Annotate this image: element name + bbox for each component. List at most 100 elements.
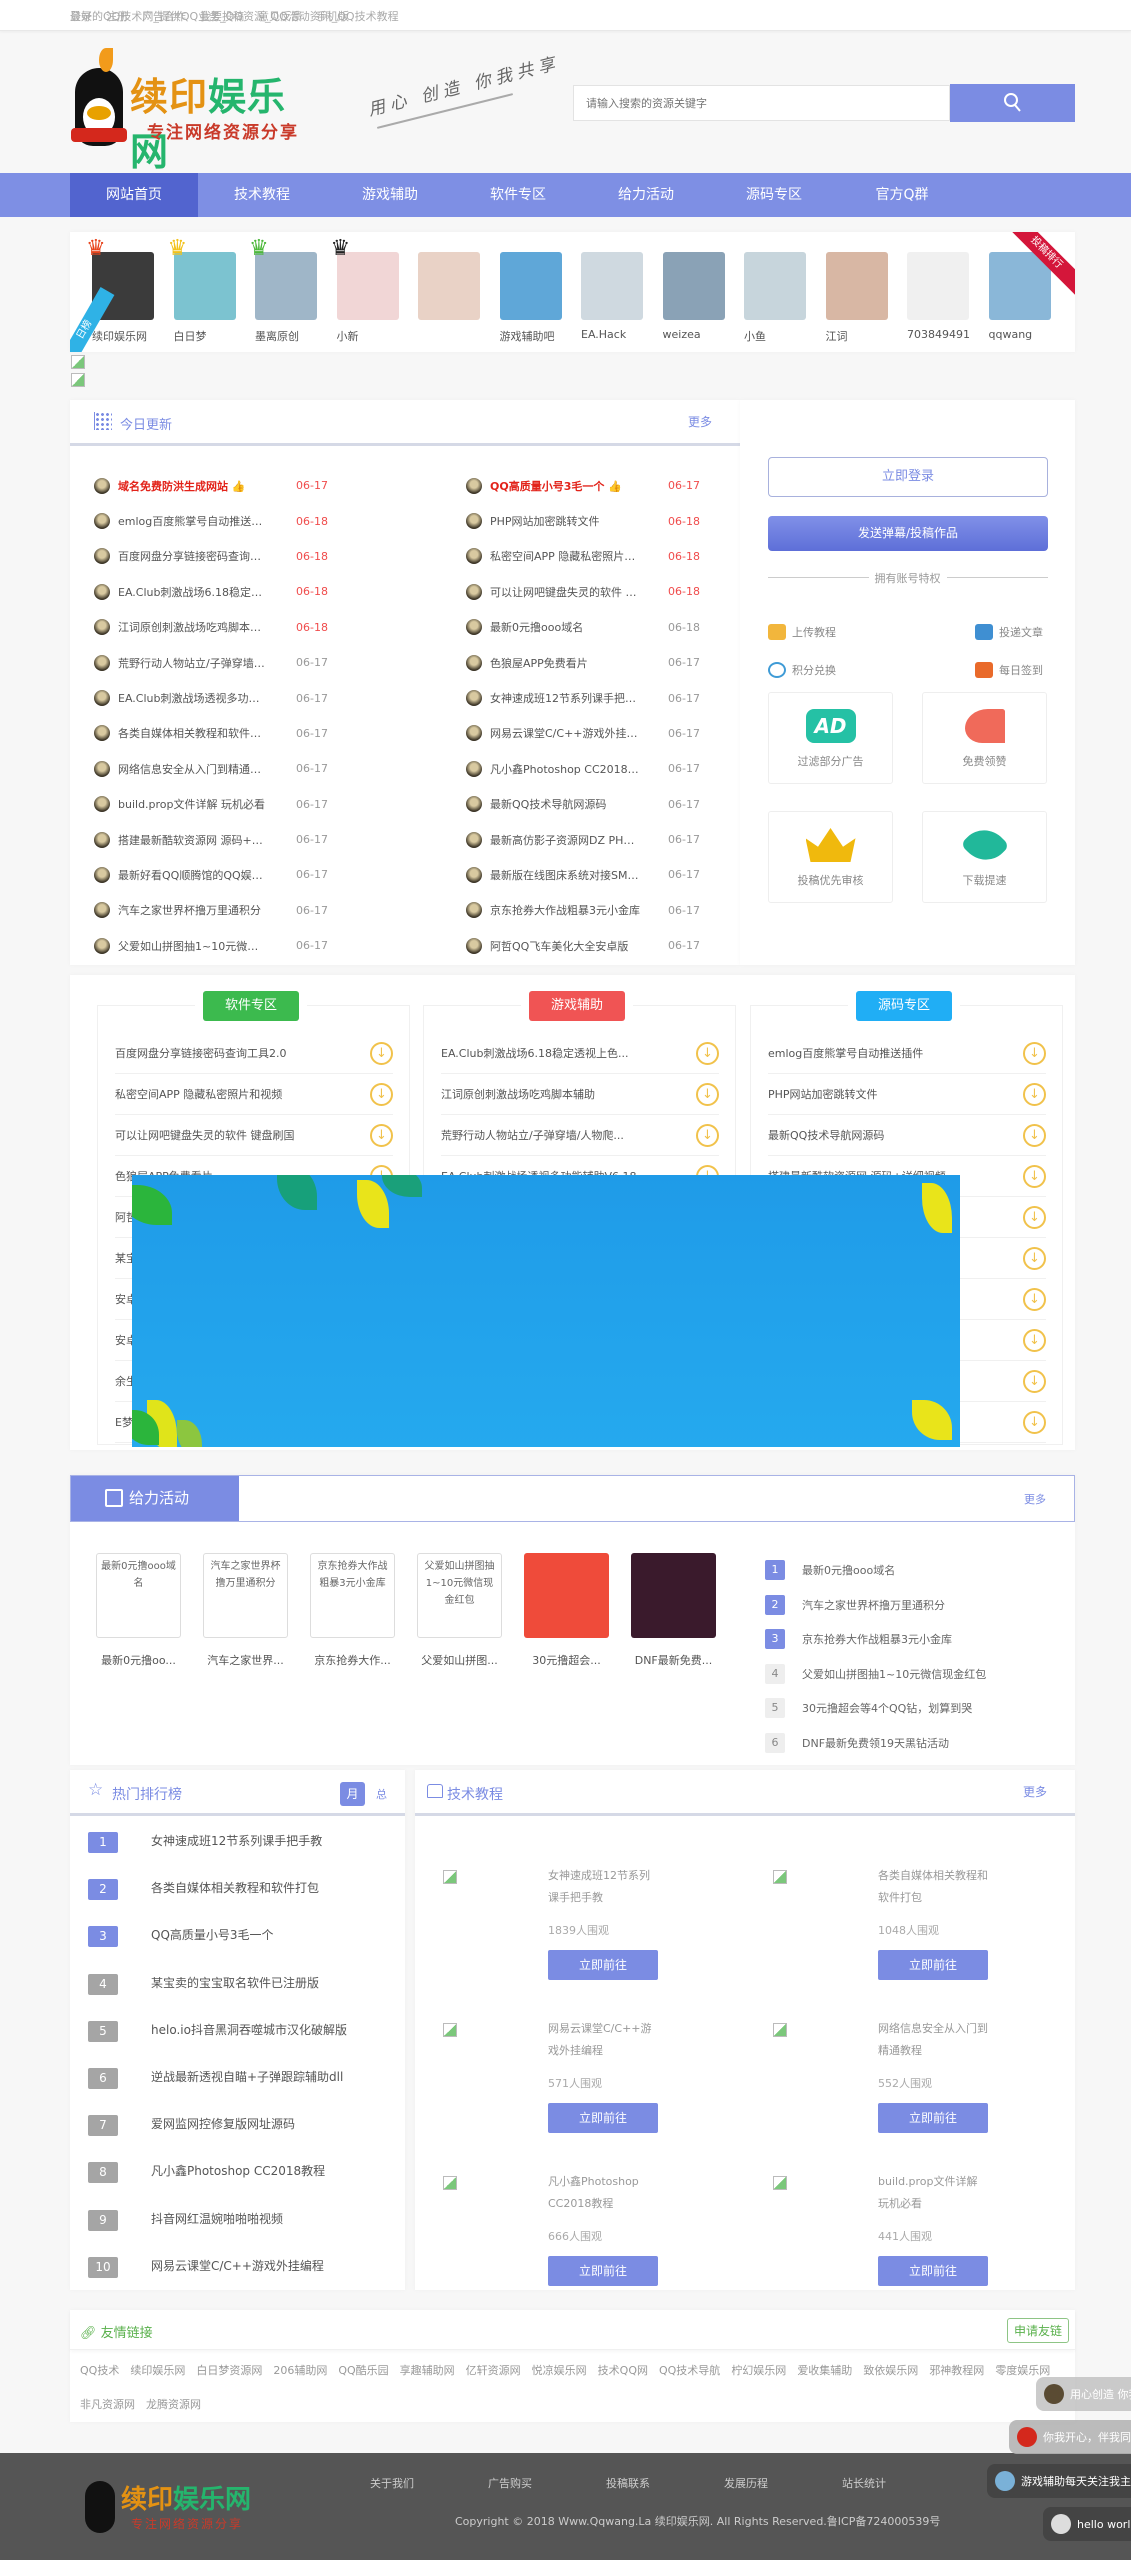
ranking-row[interactable]: 5 helo.io抖音黑洞吞噬城市汉化破解版 — [88, 2020, 347, 2068]
update-title[interactable]: 江词原创刺激战场吃鸡脚本辅助 — [118, 619, 268, 635]
update-title[interactable]: 阿哲QQ飞车美化大全安卓版 — [490, 938, 640, 954]
zone-item-title[interactable]: 江词原创刺激战场吃鸡脚本辅助 — [441, 1086, 671, 1102]
update-title[interactable]: emlog百度熊掌号自动推送插件 — [118, 513, 268, 529]
go-button[interactable]: 立即前往 — [878, 1950, 988, 1980]
friend-link[interactable]: 白日梦资源网 — [196, 2362, 262, 2378]
activity-caption[interactable]: 京东抢券大作... — [310, 1652, 395, 1668]
tutorial-title[interactable]: 凡小鑫Photoshop CC2018教程 — [548, 2171, 658, 2215]
download-icon[interactable]: ↓ — [1023, 1164, 1046, 1188]
contributor-name[interactable]: weizea — [663, 328, 725, 341]
download-icon[interactable]: ↓ — [1023, 1123, 1046, 1147]
footer-link[interactable]: 站长统计 — [842, 2475, 960, 2491]
contributor-name[interactable]: 白日梦 — [174, 328, 236, 344]
tutorial-title[interactable]: 网易云课堂C/C++游戏外挂编程 — [548, 2018, 658, 2062]
update-row[interactable]: 最新好看QQ顺腾馆的QQ娱乐... 06-17 — [94, 857, 328, 892]
ranking-title[interactable]: 各类自媒体相关教程和软件打包 — [151, 1879, 319, 1896]
contributor[interactable]: 游戏辅助吧 — [499, 252, 562, 344]
activity-title[interactable]: 30元撸超会等4个QQ钻，划算到哭 — [802, 1700, 972, 1716]
friend-link[interactable]: QQ技术 — [80, 2362, 119, 2378]
activity-row[interactable]: 3 京东抢券大作战粗暴3元小金库 — [765, 1622, 986, 1657]
activity-thumb[interactable]: 汽车之家世界杯撸万里通积分 汽车之家世界... — [203, 1553, 288, 1668]
activity-title[interactable]: 父爱如山拼图抽1~10元微信现金红包 — [802, 1666, 986, 1682]
ranking-row[interactable]: 2 各类自媒体相关教程和软件打包 — [88, 1879, 347, 1926]
download-icon[interactable]: ↓ — [696, 1082, 719, 1106]
update-row[interactable]: 域名免费防洪生成网站 👍 06-17 — [94, 468, 328, 503]
activity-image[interactable] — [524, 1553, 609, 1638]
go-button[interactable]: 立即前往 — [548, 1950, 658, 1980]
update-row[interactable]: 最新QQ技术导航网源码 06-17 — [466, 787, 700, 822]
download-icon[interactable]: ↓ — [370, 1082, 393, 1106]
ranking-row[interactable]: 7 爱网监网控修复版网址源码 — [88, 2115, 347, 2162]
update-title[interactable]: 最新0元撸ooo域名 — [490, 619, 640, 635]
activity-caption[interactable]: 最新0元撸oo... — [96, 1652, 181, 1668]
activity-thumb[interactable]: 京东抢券大作战粗暴3元小金库 京东抢券大作... — [310, 1553, 395, 1668]
nav-item[interactable]: 技术教程 — [198, 173, 326, 217]
update-title[interactable]: 色狼屋APP免费看片 — [490, 655, 640, 671]
friend-link[interactable]: 柠幻娱乐网 — [731, 2362, 786, 2378]
avatar[interactable] — [418, 252, 480, 320]
perk-card[interactable]: 投稿优先审核 — [768, 811, 893, 903]
contributor[interactable]: 小新 ♛ — [331, 238, 399, 344]
download-icon[interactable]: ↓ — [1023, 1205, 1046, 1229]
zone-label[interactable]: 源码专区 — [856, 991, 952, 1021]
contributor-name[interactable]: 续印娱乐网 — [92, 328, 154, 344]
update-row[interactable]: PHP网站加密跳转文件 06-18 — [466, 503, 700, 538]
friend-link[interactable]: 龙腾资源网 — [146, 2396, 201, 2412]
more-link[interactable]: 更多 — [688, 413, 712, 430]
friend-link[interactable]: 技术QQ网 — [598, 2362, 648, 2378]
update-title[interactable]: PHP网站加密跳转文件 — [490, 513, 640, 529]
update-row[interactable]: 最新0元撸ooo域名 06-18 — [466, 610, 700, 645]
zone-item-title[interactable]: 私密空间APP 隐藏私密照片和视频 — [115, 1086, 345, 1102]
contributor[interactable]: 703849491 — [907, 252, 969, 344]
zone-item[interactable]: 可以让网吧键盘失灵的软件 键盘刷国 ↓ — [115, 1115, 393, 1156]
zone-label[interactable]: 软件专区 — [203, 991, 299, 1021]
zone-item[interactable]: PHP网站加密跳转文件 ↓ — [768, 1074, 1046, 1115]
footer-link[interactable]: 投稿联系 — [606, 2475, 724, 2491]
contributor-name[interactable]: EA.Hack — [581, 328, 643, 341]
zone-item[interactable]: 私密空间APP 隐藏私密照片和视频 ↓ — [115, 1074, 393, 1115]
zone-item-title[interactable]: 可以让网吧键盘失灵的软件 键盘刷国 — [115, 1127, 345, 1143]
perk-upload[interactable]: 上传教程 — [768, 624, 836, 640]
danmaku-bubble[interactable]: 你我开心，伴我同行 — [1009, 2420, 1131, 2454]
update-row[interactable]: 搭建最新酷软资源网 源码+详细... 06-17 — [94, 822, 328, 857]
activity-thumb[interactable]: 30元撸超会... — [524, 1553, 609, 1668]
download-icon[interactable]: ↓ — [1023, 1041, 1046, 1065]
zone-item-title[interactable]: emlog百度熊掌号自动推送插件 — [768, 1045, 998, 1061]
ranking-title[interactable]: 某宝卖的宝宝取名软件已注册版 — [151, 1974, 319, 1991]
zone-item[interactable]: 荒野行动人物站立/子弹穿墙/人物爬... ↓ — [441, 1115, 719, 1156]
contributor[interactable]: 墨离原创 ♛ — [249, 238, 317, 344]
tutorial-title[interactable]: build.prop文件详解 玩机必看 — [878, 2171, 988, 2215]
perk-checkin[interactable]: 每日签到 — [975, 662, 1043, 678]
activity-image[interactable] — [631, 1553, 716, 1638]
friend-link[interactable]: 邪神教程网 — [929, 2362, 984, 2378]
update-row[interactable]: 百度网盘分享链接密码查询工具... 06-18 — [94, 539, 328, 574]
update-title[interactable]: EA.Club刺激战场6.18稳定透视... — [118, 584, 268, 600]
contributor-name[interactable]: 小鱼 — [744, 328, 806, 344]
contributor[interactable]: 江词 — [825, 252, 888, 344]
activity-caption[interactable]: 汽车之家世界... — [203, 1652, 288, 1668]
zone-item[interactable]: 最新QQ技术导航网源码 ↓ — [768, 1115, 1046, 1156]
update-title[interactable]: 可以让网吧键盘失灵的软件 键... — [490, 584, 640, 600]
activity-caption[interactable]: 30元撸超会... — [524, 1652, 609, 1668]
activity-thumb[interactable]: 父爱如山拼图抽1~10元微信现金红包 父爱如山拼图... — [417, 1553, 502, 1668]
contributor[interactable]: EA.Hack — [581, 252, 643, 344]
update-row[interactable]: EA.Club刺激战场6.18稳定透视... 06-18 — [94, 574, 328, 609]
activity-caption[interactable]: 父爱如山拼图... — [417, 1652, 502, 1668]
nav-item[interactable]: 网站首页 — [70, 173, 198, 217]
update-row[interactable]: 各类自媒体相关教程和软件打包 06-17 — [94, 716, 328, 751]
zone-item[interactable]: 江词原创刺激战场吃鸡脚本辅助 ↓ — [441, 1074, 719, 1115]
update-title[interactable]: 女神速成班12节系列课手把手教 — [490, 690, 640, 706]
zone-item[interactable]: EA.Club刺激战场6.18稳定透视上色... ↓ — [441, 1033, 719, 1074]
update-title[interactable]: 父爱如山拼图抽1~10元微信现... — [118, 938, 268, 954]
tutorial-title[interactable]: 网络信息安全从入门到精通教程 — [878, 2018, 988, 2062]
nav-item[interactable]: 官方Q群 — [838, 173, 966, 217]
update-row[interactable]: 女神速成班12节系列课手把手教 06-17 — [466, 680, 700, 715]
footer-link[interactable]: 关于我们 — [370, 2475, 488, 2491]
ranking-title[interactable]: 网易云课堂C/C++游戏外挂编程 — [151, 2257, 324, 2274]
activity-thumb[interactable]: DNF最新免费... — [631, 1553, 716, 1668]
update-title[interactable]: build.prop文件详解 玩机必看 — [118, 796, 268, 812]
friend-link[interactable]: 非凡资源网 — [80, 2396, 135, 2412]
contributor-name[interactable]: qqwang — [989, 328, 1051, 341]
friend-link[interactable]: QQ酷乐园 — [338, 2362, 388, 2378]
update-row[interactable]: 阿哲QQ飞车美化大全安卓版 06-17 — [466, 928, 700, 963]
